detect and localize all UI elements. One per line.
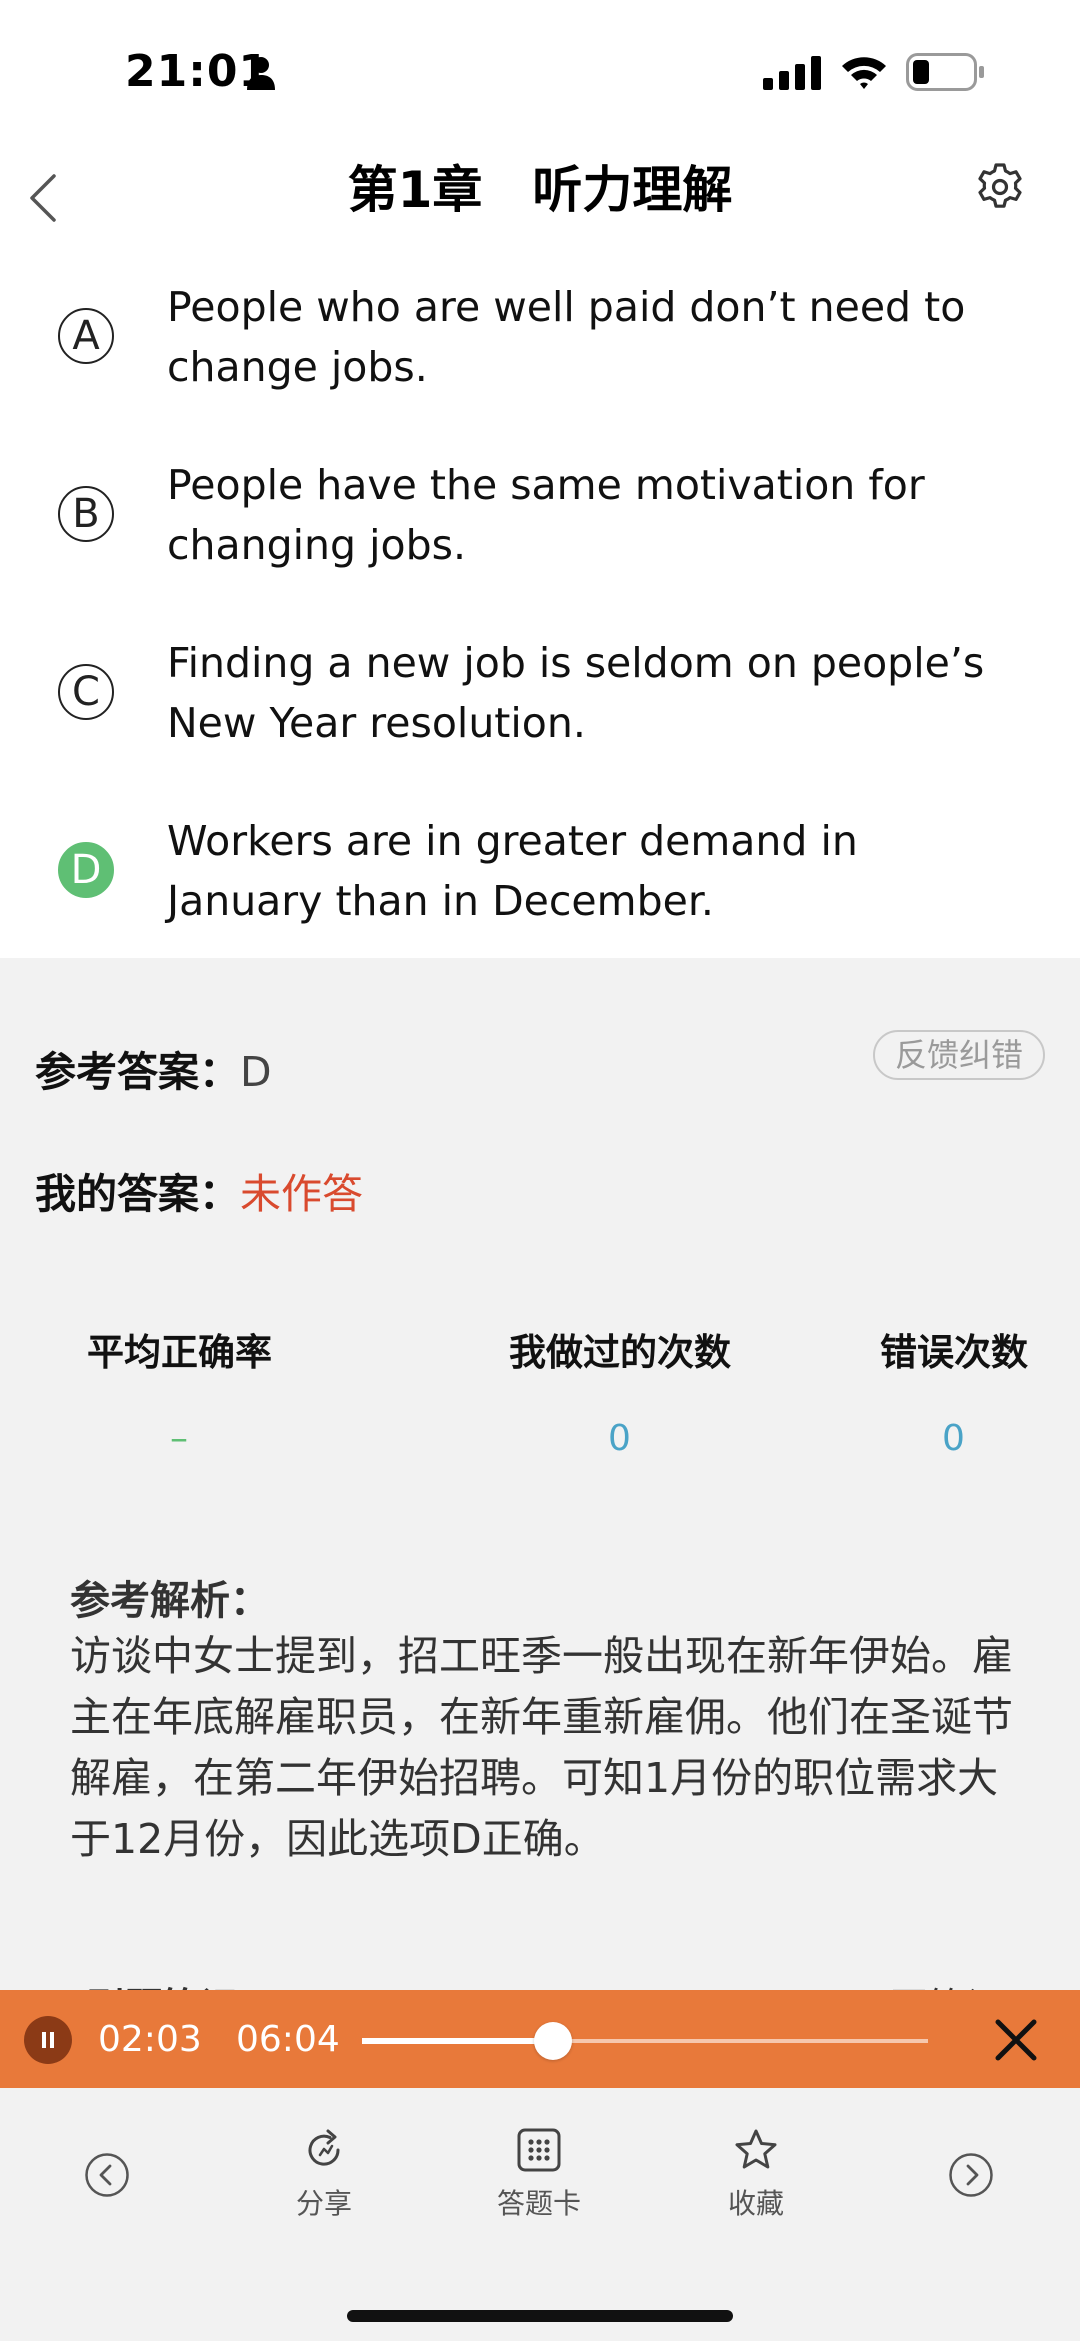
reference-answer-value: D [240, 1048, 272, 1096]
favorite-label: 收藏 [727, 2187, 784, 2220]
progress-fill [362, 2038, 554, 2044]
pause-icon [42, 2032, 54, 2048]
option-letter-c: C [58, 664, 114, 720]
person-icon [247, 57, 275, 90]
feedback-button[interactable]: 反馈纠错 [873, 1030, 1045, 1080]
pause-button[interactable] [24, 2016, 72, 2064]
next-question-icon[interactable] [948, 2152, 994, 2198]
current-time: 02:03 [98, 2019, 202, 2060]
page-title: 第1章 听力理解 [347, 161, 733, 219]
option-letter-b: B [58, 486, 114, 542]
my-answer-label: 我的答案： [35, 1170, 240, 1218]
my-answer-row: 我的答案：未作答 [35, 1160, 363, 1220]
option-d-text[interactable]: Workers are in greater demand in January… [167, 811, 1017, 931]
prev-question-icon[interactable] [84, 2152, 130, 2198]
stat-avg-accuracy-label: 平均正确率 [87, 1331, 272, 1374]
option-c-text[interactable]: Finding a new job is seldom on people’s … [167, 633, 1017, 753]
wifi-icon [842, 57, 886, 89]
gear-icon[interactable] [975, 162, 1025, 212]
battery-icon [906, 53, 984, 91]
answer-card-button[interactable]: 答题卡 [479, 2126, 599, 2222]
star-icon [735, 2129, 777, 2169]
option-a[interactable]: A [58, 308, 114, 364]
option-c[interactable]: C [58, 664, 114, 720]
stat-attempts-value: 0 [608, 1418, 631, 1459]
stat-errors-value: 0 [942, 1418, 965, 1459]
analysis-title: 参考解析： [70, 1578, 270, 1624]
option-b-text[interactable]: People have the same motivation for chan… [167, 455, 1017, 575]
stat-attempts-label: 我做过的次数 [509, 1331, 731, 1374]
option-a-text[interactable]: People who are well paid don’t need to c… [167, 277, 1017, 397]
grid-icon [517, 2128, 561, 2172]
stat-errors-label: 错误次数 [880, 1331, 1028, 1374]
option-letter-d-correct: D [58, 842, 114, 898]
my-answer-value: 未作答 [240, 1170, 363, 1218]
option-letter-a: A [58, 308, 114, 364]
favorite-button[interactable]: 收藏 [696, 2126, 816, 2222]
analysis-body: 访谈中女士提到，招工旺季一般出现在新年伊始。雇主在年底解雇职员，在新年重新雇佣。… [70, 1632, 1013, 1863]
cellular-signal-icon [763, 56, 821, 90]
share-label: 分享 [295, 2187, 352, 2220]
close-icon[interactable] [990, 2014, 1042, 2066]
total-time: 06:04 [236, 2019, 340, 2060]
share-refresh-icon [308, 2129, 340, 2166]
home-indicator [347, 2310, 733, 2322]
stat-avg-accuracy-value: – [170, 1418, 188, 1459]
share-button[interactable]: 分享 [264, 2126, 384, 2222]
option-b[interactable]: B [58, 486, 114, 542]
answer-card-label: 答题卡 [496, 2187, 581, 2220]
option-d[interactable]: D [58, 842, 114, 898]
reference-answer-label: 参考答案： [35, 1048, 240, 1096]
reference-answer-row: 参考答案：D [35, 1038, 272, 1098]
